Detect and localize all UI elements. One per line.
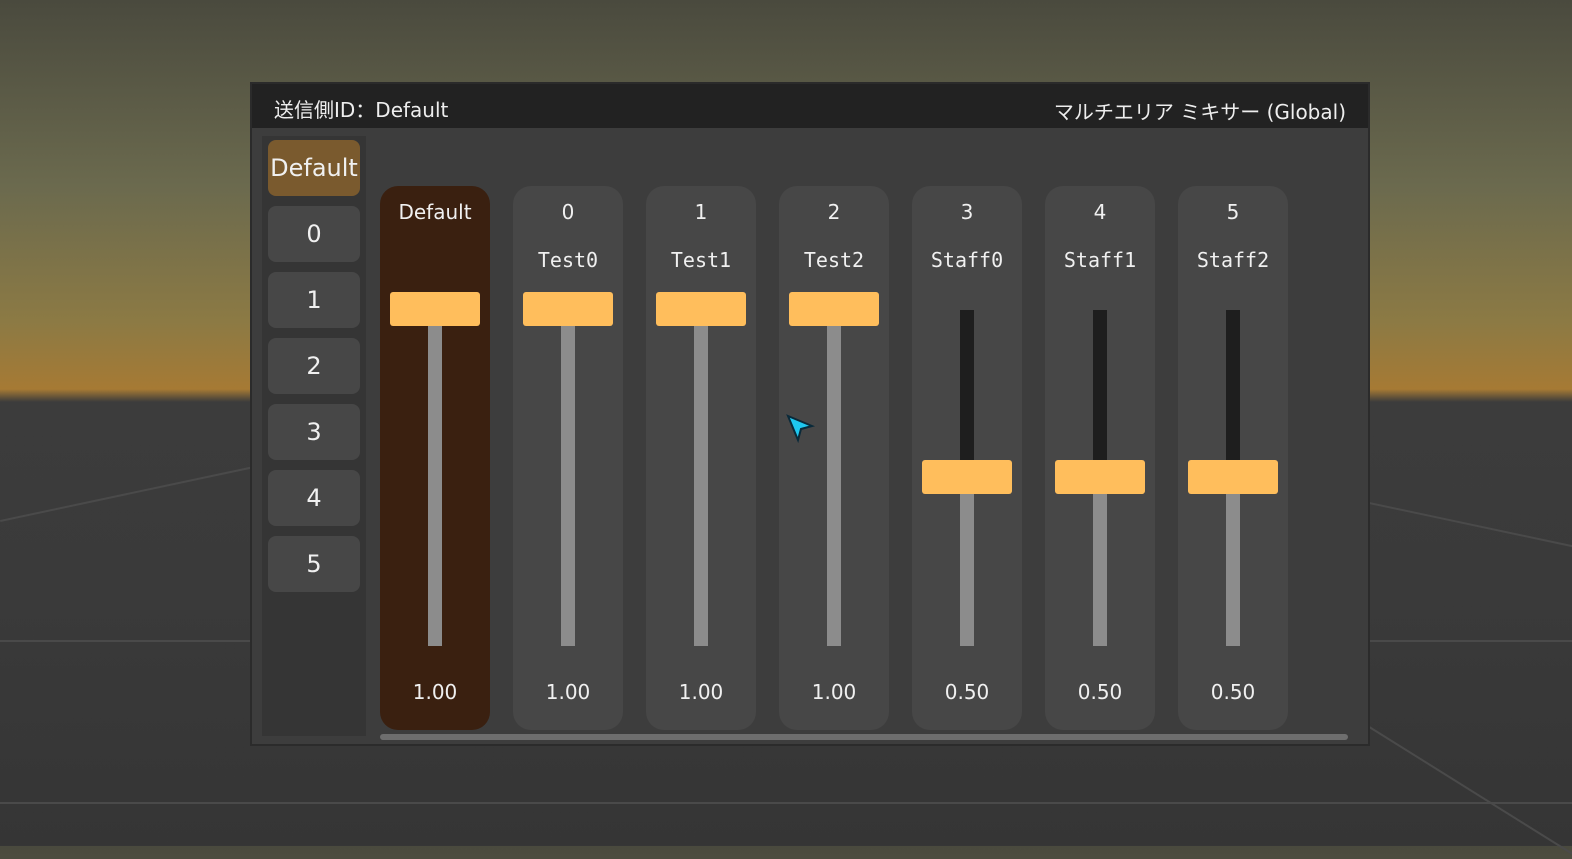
channel-volume-value: 1.00: [412, 680, 458, 704]
tab-5[interactable]: 5: [268, 536, 360, 592]
channel-name: Staff2: [1196, 248, 1270, 272]
volume-slider-track[interactable]: [561, 310, 575, 646]
channel-strip-2: 2 Test2 1.00: [779, 186, 889, 730]
panel-header: 送信側ID：Default マルチエリア ミキサー (Global): [252, 84, 1368, 128]
volume-slider-handle[interactable]: [390, 292, 480, 326]
channel-strip-5: 5 Staff2 0.50: [1178, 186, 1288, 730]
channel-volume-value: 0.50: [944, 680, 990, 704]
channel-name: Test1: [670, 248, 732, 272]
channel-strip-default: Default 1.00: [380, 186, 490, 730]
channel-number: 3: [960, 200, 974, 224]
volume-slider-fill: [827, 310, 841, 646]
channel-number: 5: [1226, 200, 1240, 224]
channel-number: 2: [827, 200, 841, 224]
pointer-arrow-icon: [786, 414, 816, 444]
tab-1[interactable]: 1: [268, 272, 360, 328]
channel-number: 4: [1093, 200, 1107, 224]
volume-slider-track[interactable]: [827, 310, 841, 646]
floor-line: [0, 802, 1572, 804]
channel-name: Staff0: [930, 248, 1004, 272]
channel-name: Staff1: [1063, 248, 1137, 272]
channel-name: Test0: [537, 248, 599, 272]
volume-slider-fill: [561, 310, 575, 646]
floor-line: [1359, 500, 1572, 548]
floor-line: [0, 457, 294, 522]
tab-2[interactable]: 2: [268, 338, 360, 394]
tab-4[interactable]: 4: [268, 470, 360, 526]
channel-strip-4: 4 Staff1 0.50: [1045, 186, 1155, 730]
panel-title: マルチエリア ミキサー (Global): [1053, 100, 1346, 124]
volume-slider-handle[interactable]: [1055, 460, 1145, 494]
volume-slider-fill: [1093, 478, 1107, 646]
volume-slider-fill: [960, 478, 974, 646]
channel-strip-3: 3 Staff0 0.50: [912, 186, 1022, 730]
channel-strip-0: 0 Test0 1.00: [513, 186, 623, 730]
channel-number: 0: [561, 200, 575, 224]
volume-slider-handle[interactable]: [922, 460, 1012, 494]
channel-volume-value: 1.00: [678, 680, 724, 704]
channel-name: Test2: [803, 248, 865, 272]
volume-slider-handle[interactable]: [656, 292, 746, 326]
channel-volume-value: 1.00: [811, 680, 857, 704]
channel-volume-value: 1.00: [545, 680, 591, 704]
tab-3[interactable]: 3: [268, 404, 360, 460]
volume-slider-handle[interactable]: [789, 292, 879, 326]
sender-id-label: 送信側ID：Default: [274, 98, 449, 122]
tab-default[interactable]: Default: [268, 140, 360, 196]
channel-volume-value: 0.50: [1210, 680, 1256, 704]
floor-line: [1358, 720, 1572, 859]
volume-slider-track[interactable]: [694, 310, 708, 646]
horizontal-scrollbar[interactable]: [380, 734, 1348, 740]
volume-slider-handle[interactable]: [1188, 460, 1278, 494]
channel-number: Default: [398, 200, 472, 224]
volume-slider-fill: [1226, 478, 1240, 646]
volume-slider-handle[interactable]: [523, 292, 613, 326]
channel-number: 1: [694, 200, 708, 224]
channel-volume-value: 0.50: [1077, 680, 1123, 704]
volume-slider-track[interactable]: [428, 310, 442, 646]
channel-strip-1: 1 Test1 1.00: [646, 186, 756, 730]
tab-0[interactable]: 0: [268, 206, 360, 262]
volume-slider-fill: [694, 310, 708, 646]
volume-slider-fill: [428, 310, 442, 646]
area-tab-list: Default 0 1 2 3 4 5: [262, 136, 366, 736]
